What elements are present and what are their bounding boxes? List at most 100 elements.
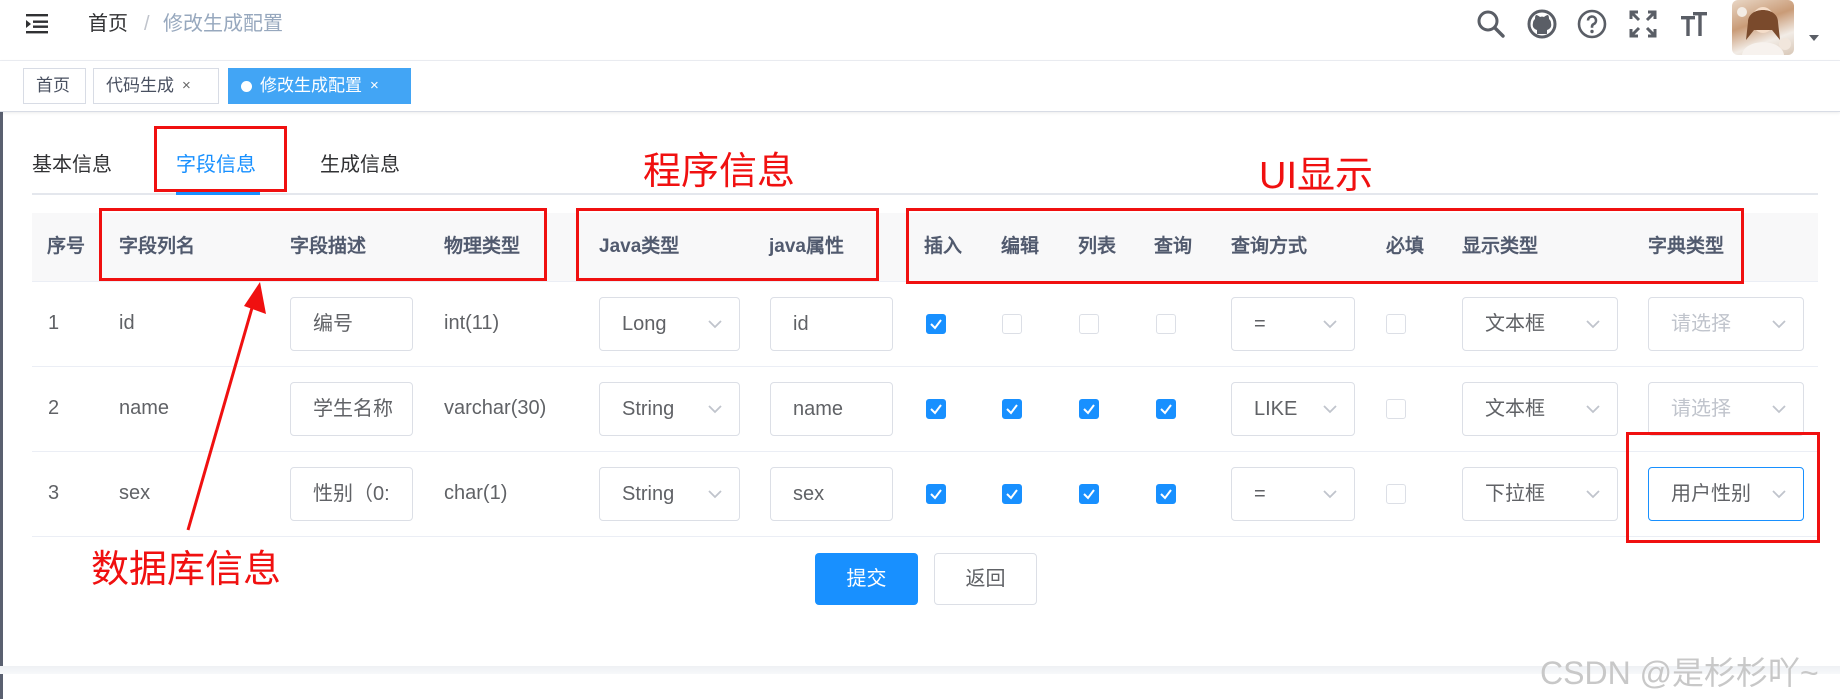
java-type-select[interactable]: String — [599, 382, 740, 436]
select-value: 下拉框 — [1485, 483, 1545, 505]
checkbox-edit[interactable] — [1002, 399, 1022, 419]
close-icon[interactable]: × — [370, 69, 379, 103]
tags-view-bar: 首页 代码生成 × 修改生成配置 × — [0, 61, 1840, 112]
select-value: Long — [622, 313, 667, 335]
cell-column-name: id — [119, 312, 135, 334]
chevron-down-icon — [708, 320, 722, 329]
breadcrumb-home[interactable]: 首页 — [88, 12, 128, 36]
watermark: CSDN @是杉杉吖~ — [1540, 655, 1819, 691]
java-field-input[interactable]: id — [770, 297, 893, 351]
tabs-divider — [32, 193, 1818, 195]
github-icon[interactable] — [1526, 8, 1558, 40]
java-field-input[interactable]: sex — [770, 467, 893, 521]
query-type-select[interactable]: LIKE — [1231, 382, 1355, 436]
table-row: 3 sex 性别（0: char(1) String sex = 下拉框 用户性… — [32, 452, 1818, 536]
annotation-box-field-tab — [154, 126, 287, 192]
java-type-select[interactable]: String — [599, 467, 740, 521]
cell-index: 3 — [48, 482, 60, 504]
navbar: 首页 / 修改生成配置 — [0, 0, 1840, 61]
cell-column-name: name — [119, 397, 170, 419]
select-value: 文本框 — [1485, 398, 1545, 420]
checkbox-insert[interactable] — [926, 314, 946, 334]
checkbox-query[interactable] — [1156, 399, 1176, 419]
comment-input[interactable]: 编号 — [290, 297, 413, 351]
chevron-down-icon — [1586, 405, 1600, 414]
html-type-select[interactable]: 文本框 — [1462, 382, 1618, 436]
html-type-select[interactable]: 文本框 — [1462, 297, 1618, 351]
annotation-label-ui-display: UI显示 — [1259, 155, 1374, 197]
user-avatar[interactable] — [1732, 0, 1794, 55]
select-placeholder: 请选择 — [1671, 313, 1731, 335]
chevron-down-icon — [1323, 490, 1337, 499]
annotation-box-program-info — [576, 208, 879, 281]
comment-input[interactable]: 性别（0: — [290, 467, 413, 521]
search-icon[interactable] — [1475, 8, 1507, 40]
java-field-input[interactable]: name — [770, 382, 893, 436]
submit-button[interactable]: 提交 — [815, 553, 918, 605]
query-type-select[interactable]: = — [1231, 467, 1355, 521]
chevron-down-icon — [1772, 320, 1786, 329]
table-row: 2 name 学生名称 varchar(30) String name LIKE… — [32, 367, 1818, 451]
dict-type-select[interactable]: 请选择 — [1648, 297, 1804, 351]
annotation-arrow — [186, 282, 266, 531]
tag-label: 首页 — [36, 76, 70, 95]
select-placeholder: 请选择 — [1671, 398, 1731, 420]
back-button[interactable]: 返回 — [934, 553, 1037, 605]
select-value: 文本框 — [1485, 313, 1545, 335]
annotation-box-ui-display — [906, 208, 1744, 284]
row-divider — [32, 536, 1818, 537]
comment-input[interactable]: 学生名称 — [290, 382, 413, 436]
font-size-icon[interactable] — [1678, 8, 1710, 40]
checkbox-required[interactable] — [1386, 484, 1406, 504]
fullscreen-icon[interactable] — [1627, 8, 1659, 40]
tag-label: 代码生成 — [106, 76, 174, 95]
chevron-down-icon — [1323, 405, 1337, 414]
checkbox-list[interactable] — [1079, 399, 1099, 419]
cell-index: 1 — [48, 312, 60, 334]
checkbox-query[interactable] — [1156, 314, 1176, 334]
checkbox-insert[interactable] — [926, 399, 946, 419]
select-value: String — [622, 398, 675, 420]
select-value: String — [622, 483, 675, 505]
breadcrumb-current: 修改生成配置 — [163, 13, 283, 35]
dict-type-select[interactable]: 请选择 — [1648, 382, 1804, 436]
th-index: 序号 — [47, 236, 86, 257]
select-value: = — [1254, 313, 1266, 335]
tab-basic-info[interactable]: 基本信息 — [32, 150, 112, 180]
checkbox-list[interactable] — [1079, 314, 1099, 334]
cell-column-name: sex — [119, 482, 151, 504]
tab-active-indicator — [176, 192, 260, 195]
checkbox-edit[interactable] — [1002, 314, 1022, 334]
checkbox-insert[interactable] — [926, 484, 946, 504]
select-value: = — [1254, 483, 1266, 505]
cell-physical-type: char(1) — [444, 482, 508, 504]
chevron-down-icon — [1323, 320, 1337, 329]
question-icon[interactable] — [1576, 8, 1608, 40]
query-type-select[interactable]: = — [1231, 297, 1355, 351]
checkbox-edit[interactable] — [1002, 484, 1022, 504]
tab-gen-info[interactable]: 生成信息 — [320, 150, 400, 180]
checkbox-required[interactable] — [1386, 314, 1406, 334]
checkbox-required[interactable] — [1386, 399, 1406, 419]
hamburger-icon[interactable] — [24, 10, 52, 38]
cell-physical-type: varchar(30) — [444, 397, 547, 419]
chevron-down-icon — [1772, 405, 1786, 414]
select-value: LIKE — [1254, 398, 1298, 420]
java-type-select[interactable]: Long — [599, 297, 740, 351]
annotation-box-db-info — [99, 208, 547, 281]
annotation-box-dict-type — [1626, 432, 1820, 543]
active-dot-icon — [241, 80, 252, 92]
table-row: 1 id 编号 int(11) Long id = 文本框 请选择 — [32, 282, 1818, 366]
cell-physical-type: int(11) — [444, 312, 500, 334]
caret-down-icon[interactable] — [1806, 30, 1822, 46]
tag-label: 修改生成配置 — [260, 76, 362, 95]
html-type-select[interactable]: 下拉框 — [1462, 467, 1618, 521]
close-icon[interactable]: × — [182, 69, 191, 103]
chevron-down-icon — [708, 405, 722, 414]
checkbox-query[interactable] — [1156, 484, 1176, 504]
tag-home[interactable]: 首页 — [23, 68, 86, 104]
annotation-label-program-info: 程序信息 — [643, 151, 796, 193]
checkbox-list[interactable] — [1079, 484, 1099, 504]
tag-edit-gen-config[interactable]: 修改生成配置 × — [228, 68, 411, 104]
tag-code-generation[interactable]: 代码生成 × — [93, 68, 219, 104]
